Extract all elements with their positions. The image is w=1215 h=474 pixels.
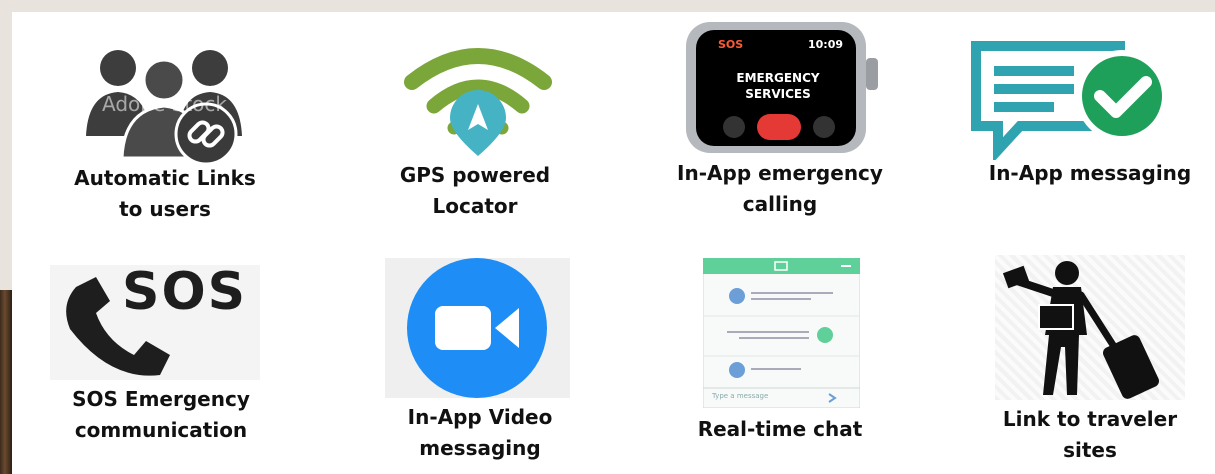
- watermark-text: Adobe Stock: [102, 92, 227, 116]
- feature-label-real-time-chat: Real-time chat: [697, 417, 863, 441]
- watch-keypad-icon[interactable]: [813, 116, 835, 138]
- feature-label-in-app-messaging: In-App messaging: [988, 161, 1192, 185]
- video-camera-icon: [385, 258, 570, 398]
- watch-time-text: 10:09: [808, 38, 844, 51]
- watch-phone-icon[interactable]: [723, 116, 745, 138]
- chat-window-icon: [702, 257, 861, 409]
- feature-label-gps: GPS powered Locator: [399, 163, 551, 218]
- feature-label-automatic-links: Automatic Links to users: [74, 166, 256, 221]
- background-wood-edge: [0, 290, 12, 474]
- feature-label-video: In-App Video messaging: [407, 405, 553, 460]
- feature-label-traveler: Link to traveler sites: [1002, 407, 1178, 462]
- watch-decline-button[interactable]: [757, 114, 801, 140]
- watch-sos-text: SOS: [718, 38, 744, 51]
- chat-input-placeholder[interactable]: Type a message: [712, 392, 768, 400]
- feature-label-emergency-calling: In-App emergency calling: [677, 161, 883, 216]
- message-check-icon: [970, 40, 1180, 163]
- gps-locator-icon: [398, 42, 558, 162]
- sos-text: SOS: [122, 262, 248, 322]
- watch-emergency-title: EMERGENCY SERVICES: [736, 71, 820, 101]
- traveler-icon: [995, 255, 1185, 400]
- feature-label-sos: SOS Emergency communication: [72, 387, 250, 442]
